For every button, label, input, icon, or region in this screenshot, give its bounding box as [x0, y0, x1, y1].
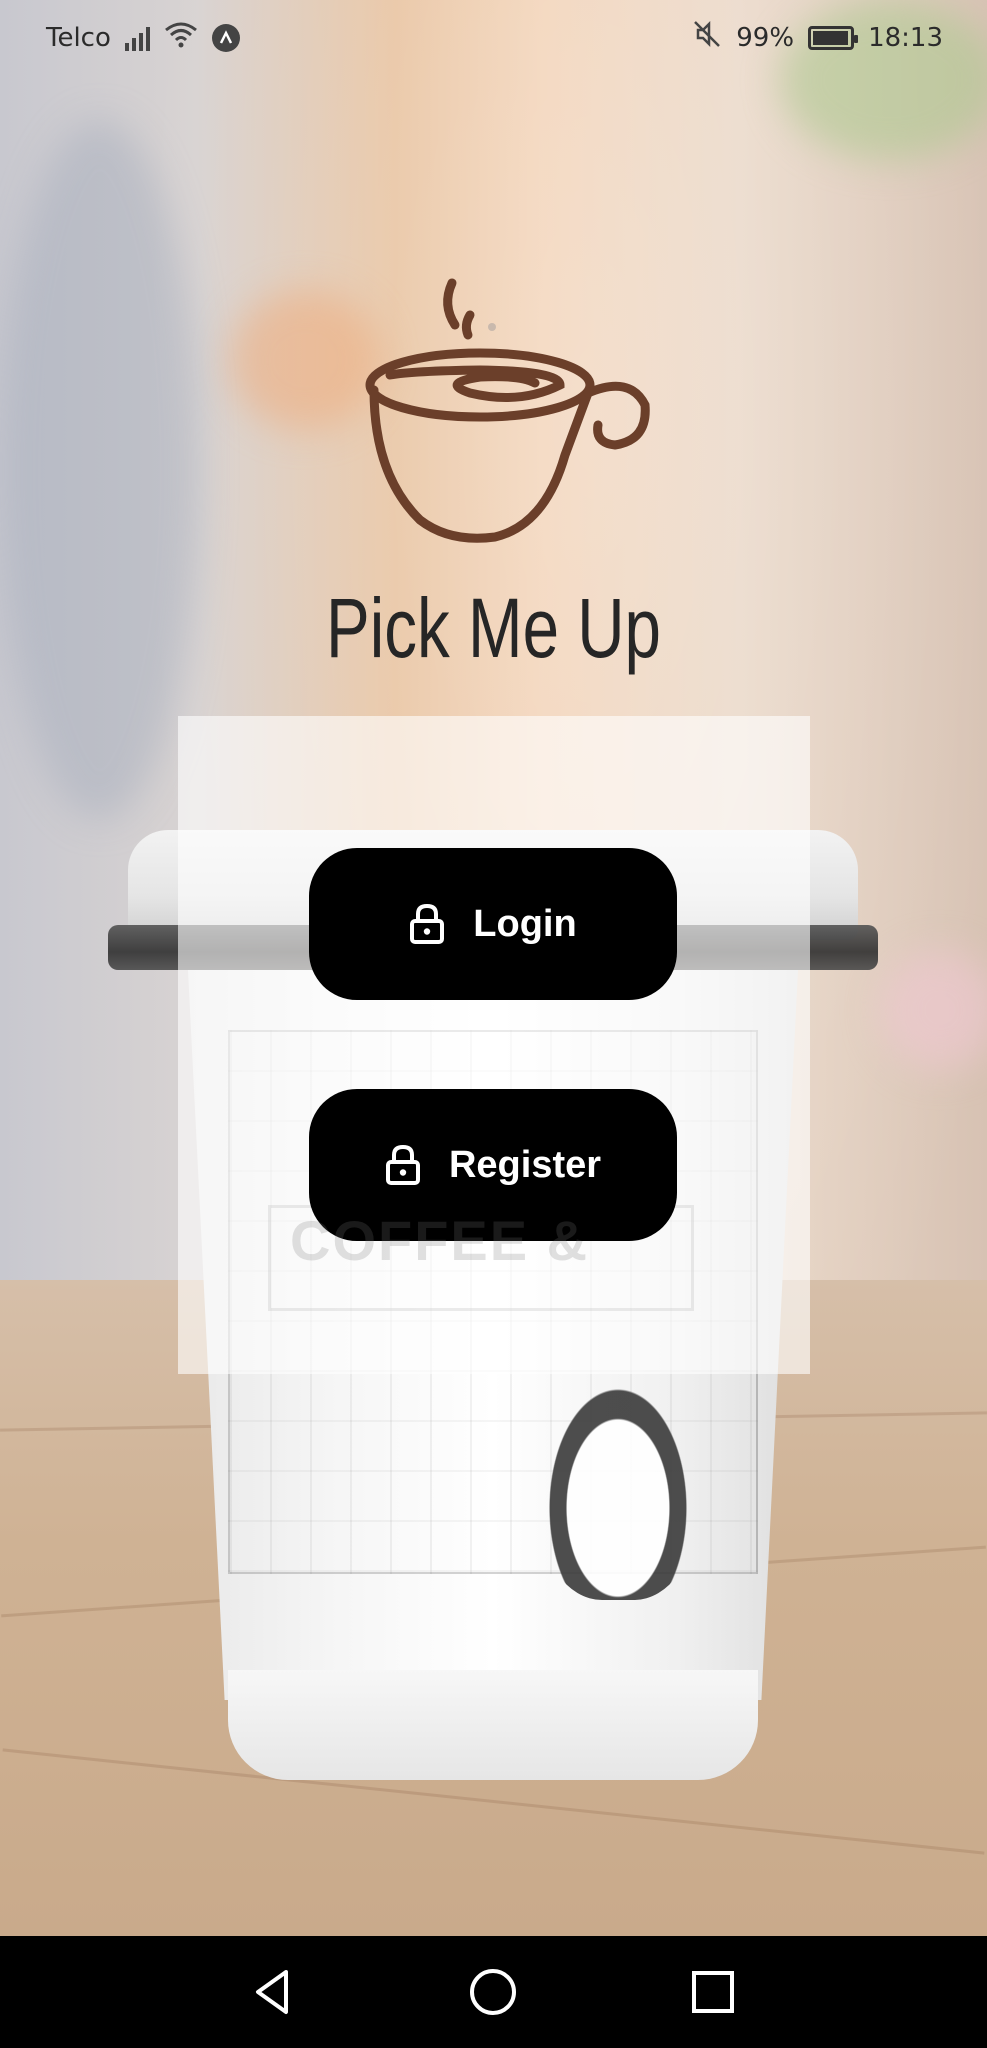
lock-icon — [385, 1144, 421, 1186]
clock: 18:13 — [868, 22, 943, 53]
panda-sketch — [538, 1370, 698, 1600]
battery-icon — [808, 25, 859, 50]
battery-percent: 99% — [736, 22, 795, 53]
mute-icon — [692, 19, 722, 56]
navigation-bar — [0, 1936, 987, 2048]
app-title: Pick Me Up — [326, 581, 661, 675]
screen: Telco 99% 18:13 Pick Me Up Login Registe… — [0, 0, 987, 2048]
coffee-cup-icon — [360, 275, 660, 545]
cup-print-text: COFFEE & — [290, 1209, 590, 1272]
signal-icon — [124, 25, 150, 51]
home-icon[interactable] — [465, 1964, 521, 2020]
status-bar: Telco 99% 18:13 — [0, 0, 987, 75]
carrier-name: Telco — [46, 22, 111, 53]
status-left: Telco — [46, 20, 240, 55]
login-button[interactable]: Login — [309, 848, 677, 1000]
wifi-icon — [164, 20, 198, 55]
lock-icon — [409, 903, 445, 945]
status-right: 99% 18:13 — [692, 19, 943, 56]
login-label: Login — [473, 902, 577, 945]
anchor-icon — [211, 23, 240, 52]
recents-icon[interactable] — [685, 1964, 741, 2020]
back-icon[interactable] — [246, 1964, 302, 2020]
cup-base — [228, 1670, 758, 1780]
auth-panel — [178, 716, 810, 1374]
register-label: Register — [448, 1143, 602, 1186]
